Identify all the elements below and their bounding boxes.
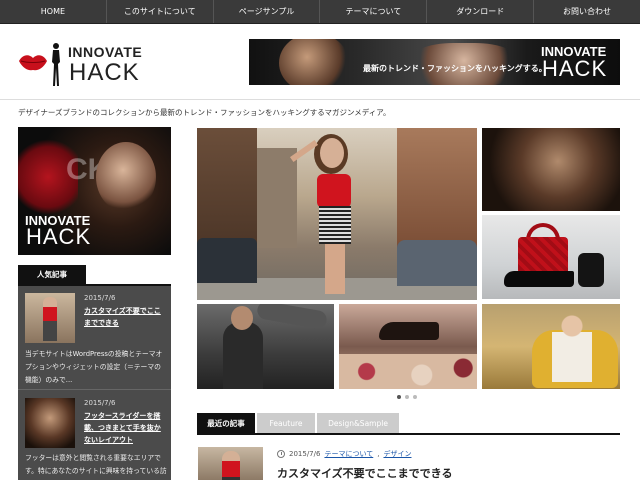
- banner-model-photo: [96, 142, 156, 212]
- slider-main-photo[interactable]: [197, 128, 477, 300]
- post-date: 2015/7/6: [84, 294, 116, 302]
- site-description: デザイナーズブランドのコレクションから最新のトレンド・ファッションをハッキングす…: [18, 108, 391, 117]
- tab-design-sample[interactable]: Design&Sample: [317, 413, 399, 434]
- divider: [18, 389, 171, 390]
- lips-icon: [19, 55, 47, 71]
- slider-dot[interactable]: [397, 395, 401, 399]
- nav-item-about[interactable]: このサイトについて: [107, 0, 214, 23]
- post-thumbnail[interactable]: [25, 398, 75, 448]
- banner-model-photo: [279, 39, 349, 85]
- popular-posts-tab[interactable]: 人気記事: [18, 265, 86, 285]
- nav-item-page-sample[interactable]: ページサンプル: [214, 0, 321, 23]
- grid-photo-shoes[interactable]: [339, 304, 477, 389]
- post-thumbnail[interactable]: [198, 447, 263, 480]
- slider-dot[interactable]: [405, 395, 409, 399]
- header-banner[interactable]: 最新のトレンド・ファッションをハッキングする。 INNOVATE HACK: [249, 39, 620, 85]
- grid-photo-man[interactable]: [197, 304, 334, 389]
- post-title-link[interactable]: カスタマイズ不要でここまでできる: [84, 305, 166, 329]
- sidebar-banner-word-hack: HACK: [26, 224, 92, 249]
- sidebar-banner[interactable]: CK INNOVATE HACK: [18, 127, 171, 255]
- nav-item-contact[interactable]: お問い合わせ: [534, 0, 640, 23]
- grid-photo-sofa[interactable]: [482, 304, 620, 389]
- list-item[interactable]: 2015/7/6 カスタマイズ不要でここまでできる 当デモサイトはWordPre…: [18, 286, 171, 386]
- woman-silhouette-icon: [52, 43, 60, 86]
- logo-word-innovate: INNOVATE: [68, 44, 143, 60]
- grid-photo-bag[interactable]: [482, 215, 620, 299]
- banner-tagline: 最新のトレンド・ファッションをハッキングする。: [363, 64, 547, 73]
- list-item[interactable]: 2015/7/6 フッタースライダーを搭載、つきまとて手を抜かないレイアウト フ…: [18, 392, 171, 480]
- divider: [197, 433, 620, 435]
- post-excerpt: 当デモサイトはWordPressの投稿とテーマオプションやウィジェットの設定（＝…: [25, 350, 163, 384]
- banner-word-hack: HACK: [542, 56, 608, 81]
- site-logo[interactable]: INNOVATE HACK: [18, 42, 143, 88]
- post-tabs: 最近の記事 Feauture Design&Sample: [197, 413, 620, 434]
- post-date: 2015/7/6: [289, 450, 321, 458]
- category-link[interactable]: デザイン: [383, 449, 411, 459]
- tab-recent[interactable]: 最近の記事: [197, 413, 255, 434]
- grid-photo-model[interactable]: [482, 128, 620, 211]
- logo-word-hack: HACK: [69, 59, 140, 86]
- post-date: 2015/7/6: [84, 399, 116, 407]
- site-header: INNOVATE HACK 最新のトレンド・ファッションをハッキングする。 IN…: [0, 24, 640, 100]
- slider-dot[interactable]: [413, 395, 417, 399]
- clock-icon: [277, 450, 285, 458]
- popular-posts-list: 2015/7/6 カスタマイズ不要でここまでできる 当デモサイトはWordPre…: [18, 286, 171, 480]
- nav-item-home[interactable]: HOME: [0, 0, 107, 23]
- post-title-link[interactable]: カスタマイズ不要でここまでできる: [277, 465, 452, 480]
- nav-item-theme[interactable]: テーマについて: [320, 0, 428, 23]
- tab-feature[interactable]: Feauture: [257, 413, 315, 434]
- post-title-link[interactable]: フッタースライダーを搭載、つきまとて手を抜かないレイアウト: [84, 410, 166, 446]
- post-excerpt: フッターは意外と閲覧される重要なエリアです。特にあなたのサイトに興味を持っている…: [25, 454, 167, 475]
- category-link[interactable]: テーマについて: [324, 449, 373, 459]
- slider-pagination: [397, 395, 423, 400]
- category-separator: ,: [377, 450, 380, 458]
- top-nav: HOME このサイトについて ページサンプル テーマについて ダウンロード お問…: [0, 0, 640, 24]
- nav-item-download[interactable]: ダウンロード: [427, 0, 535, 23]
- post-thumbnail[interactable]: [25, 293, 75, 343]
- post-meta: 2015/7/6 テーマについて, デザイン: [277, 449, 411, 459]
